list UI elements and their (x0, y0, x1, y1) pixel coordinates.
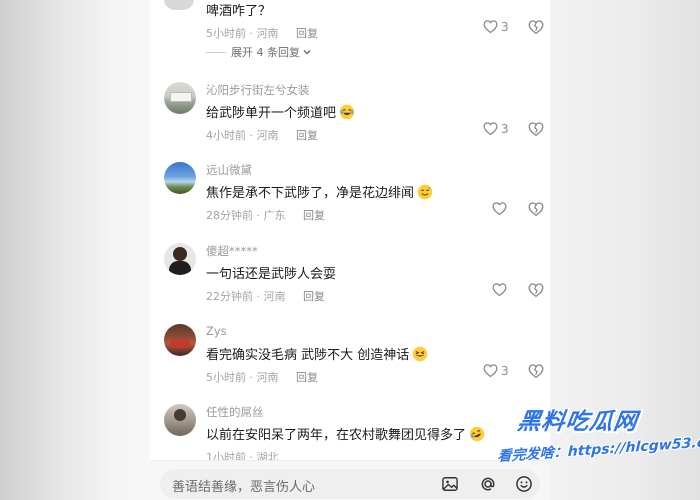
comment-text-content: 啤酒咋了？ (206, 4, 272, 19)
comment-text: 给武陟单开一个频道吧 (206, 102, 355, 121)
comment-location: 广东 (263, 209, 286, 222)
comment-username: Zys (206, 324, 227, 338)
comment-username: 傻超***** (206, 244, 258, 258)
chevron-down-icon (303, 50, 311, 55)
broken-heart-icon[interactable] (527, 120, 545, 138)
comment-meta: 4小时前 · 河南 回复 (206, 127, 318, 143)
comment-username: 任性的屌丝 (206, 405, 264, 419)
comment-text-content: 给武陟单开一个频道吧 (206, 106, 337, 121)
heart-icon (483, 122, 498, 136)
comment-text-content: 看完确实没毛病 武陟不大 创造神话 (206, 348, 410, 363)
broken-heart-icon[interactable] (527, 18, 545, 36)
comment-text: 啤酒咋了？ (206, 0, 271, 19)
emoji-face-icon[interactable] (514, 474, 534, 494)
comment-input-bar: 善语结善缘，恶言伤人心 (150, 460, 550, 500)
avatar[interactable] (164, 162, 196, 194)
avatar[interactable] (164, 0, 194, 10)
input-placeholder: 善语结善缘，恶言伤人心 (172, 480, 316, 495)
like-button[interactable] (491, 200, 508, 217)
reply-button[interactable]: 回复 (303, 207, 325, 223)
comment-item: 远山微黛 焦作是承不下武陟了，净是花边绯闻 28分钟前 · 广东 回复 (150, 162, 550, 242)
expand-label: 展开 4 条回复 (231, 46, 300, 59)
like-button[interactable]: 3 (482, 120, 509, 137)
comment-time: 5小时前 (206, 27, 246, 40)
comment-text: 一句话还是武陟人会耍 (206, 263, 336, 282)
avatar[interactable] (164, 324, 196, 356)
avatar[interactable] (164, 82, 196, 114)
sweat-smile-emoji (417, 184, 433, 199)
broken-heart-icon[interactable] (527, 200, 545, 218)
comment-text: 看完确实没毛病 武陟不大 创造神话 (206, 344, 428, 363)
reply-button[interactable]: 回复 (303, 288, 325, 304)
comment-time: 5小时前 (206, 371, 246, 384)
comment-username: 远山微黛 (206, 163, 252, 177)
comment-text: 以前在安阳呆了两年，在农村歌舞团见得多了 (206, 424, 485, 443)
expand-divider (206, 51, 226, 53)
grin-sweat-emoji (413, 346, 428, 361)
comment-time: 22分钟前 (206, 290, 253, 303)
comment-text-content: 一句话还是武陟人会耍 (206, 267, 337, 282)
avatar[interactable] (164, 243, 196, 275)
comment-location: 河南 (256, 129, 279, 142)
broken-heart-icon[interactable] (527, 362, 545, 380)
like-button[interactable]: 3 (482, 362, 509, 379)
comment-username: 沁阳步行街左兮女装 (206, 83, 310, 97)
laughing-tears-emoji (339, 104, 355, 119)
comment-item: 沁阳步行街左兮女装 给武陟单开一个频道吧 4小时前 · 河南 回复 3 (150, 82, 550, 162)
like-count: 3 (501, 363, 509, 378)
like-count: 3 (501, 121, 509, 136)
comment-item: 傻超***** 一句话还是武陟人会耍 22分钟前 · 河南 回复 (150, 243, 550, 323)
comment-meta: 5小时前 · 河南 回复 (206, 369, 318, 385)
rolling-laugh-emoji (469, 426, 485, 441)
comment-location: 河南 (256, 371, 279, 384)
comment-feed[interactable]: 啤酒咋了？ 5小时前 · 河南 回复 3 展开 4 条回复 沁阳步行街左兮女装 … (150, 0, 550, 500)
comment-meta: 22分钟前 · 河南 回复 (206, 288, 325, 304)
reply-button[interactable]: 回复 (296, 369, 318, 385)
right-backdrop (550, 0, 700, 500)
heart-icon (483, 20, 498, 34)
reply-button[interactable]: 回复 (296, 127, 318, 143)
comment-text-content: 焦作是承不下武陟了，净是花边绯闻 (206, 186, 415, 201)
comment-location: 河南 (256, 27, 279, 40)
comment-text: 焦作是承不下武陟了，净是花边绯闻 (206, 182, 433, 201)
expand-replies-button[interactable]: 展开 4 条回复 (206, 44, 312, 60)
comment-meta: 28分钟前 · 广东 回复 (206, 207, 325, 223)
comment-input[interactable]: 善语结善缘，恶言伤人心 (160, 469, 540, 499)
comment-meta: 5小时前 · 河南 回复 (206, 25, 318, 41)
avatar[interactable] (164, 404, 196, 436)
at-icon[interactable] (478, 474, 498, 494)
like-button[interactable] (491, 281, 508, 298)
comment-time: 4小时前 (206, 129, 246, 142)
comment-text-content: 以前在安阳呆了两年，在农村歌舞团见得多了 (206, 428, 467, 443)
like-button[interactable]: 3 (482, 18, 509, 35)
heart-icon (492, 283, 507, 297)
image-icon[interactable] (440, 474, 460, 494)
comment-item: Zys 看完确实没毛病 武陟不大 创造神话 5小时前 · 河南 回复 3 (150, 324, 550, 404)
broken-heart-icon[interactable] (527, 281, 545, 299)
reply-button[interactable]: 回复 (296, 25, 318, 41)
heart-icon (492, 202, 507, 216)
like-count: 3 (501, 19, 509, 34)
heart-icon (483, 364, 498, 378)
comment-location: 河南 (263, 290, 286, 303)
comment-time: 28分钟前 (206, 209, 253, 222)
